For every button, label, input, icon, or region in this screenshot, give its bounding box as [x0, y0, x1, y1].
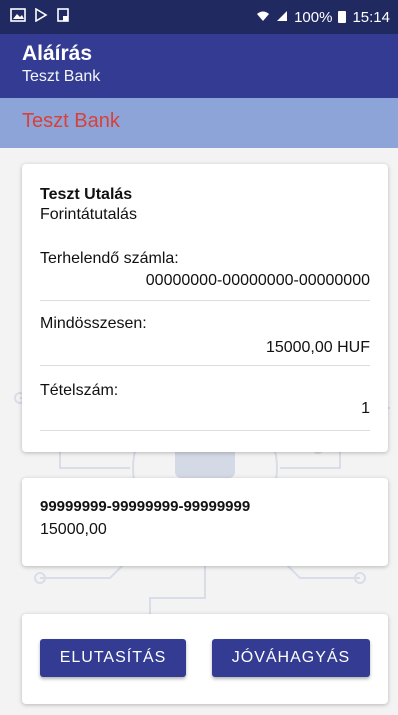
beneficiary-account: 99999999-99999999-99999999: [40, 498, 251, 515]
debit-account-label: Terhelendő számla:: [40, 250, 179, 267]
debit-account-row: Terhelendő számla: 00000000-00000000-000…: [40, 250, 370, 301]
total-value: 15000,00 HUF: [265, 339, 370, 356]
page-subtitle: Teszt Bank: [22, 68, 101, 85]
play-notification-icon: [34, 7, 48, 26]
action-card: ELUTASÍTÁS JÓVÁHAGYÁS: [22, 614, 388, 704]
debit-account-value: 00000000-00000000-00000000: [145, 272, 370, 289]
transaction-type: Forintátutalás: [40, 206, 137, 223]
gallery-notification-icon: [10, 8, 26, 26]
bank-name: Teszt Bank: [22, 110, 120, 132]
app-bar: Aláírás Teszt Bank: [0, 34, 398, 98]
page-title: Aláírás: [22, 42, 93, 65]
transfer-item-card: 99999999-99999999-99999999 15000,00: [22, 478, 388, 566]
total-row: Mindösszesen: 15000,00 HUF: [40, 315, 370, 366]
reject-button[interactable]: ELUTASÍTÁS: [40, 639, 186, 677]
transaction-title: Teszt Utalás: [40, 186, 133, 203]
transfer-amount: 15000,00: [40, 521, 107, 538]
signal-icon: [276, 9, 288, 26]
item-count-row: Tételszám: 1: [40, 382, 370, 431]
item-count-value: 1: [361, 400, 370, 417]
battery-icon: [338, 11, 347, 23]
item-count-label: Tételszám:: [40, 382, 119, 399]
status-bar: 100% 15:14: [0, 0, 398, 34]
transaction-card: Teszt Utalás Forintátutalás Terhelendő s…: [22, 164, 388, 452]
battery-percentage: 100%: [294, 8, 333, 26]
wifi-icon: [256, 9, 270, 26]
approve-button[interactable]: JÓVÁHAGYÁS: [212, 639, 370, 677]
bank-header: Teszt Bank: [0, 98, 398, 148]
total-label: Mindösszesen:: [40, 315, 147, 332]
screenshot-notification-icon: [56, 8, 70, 26]
clock: 15:14: [352, 8, 390, 26]
